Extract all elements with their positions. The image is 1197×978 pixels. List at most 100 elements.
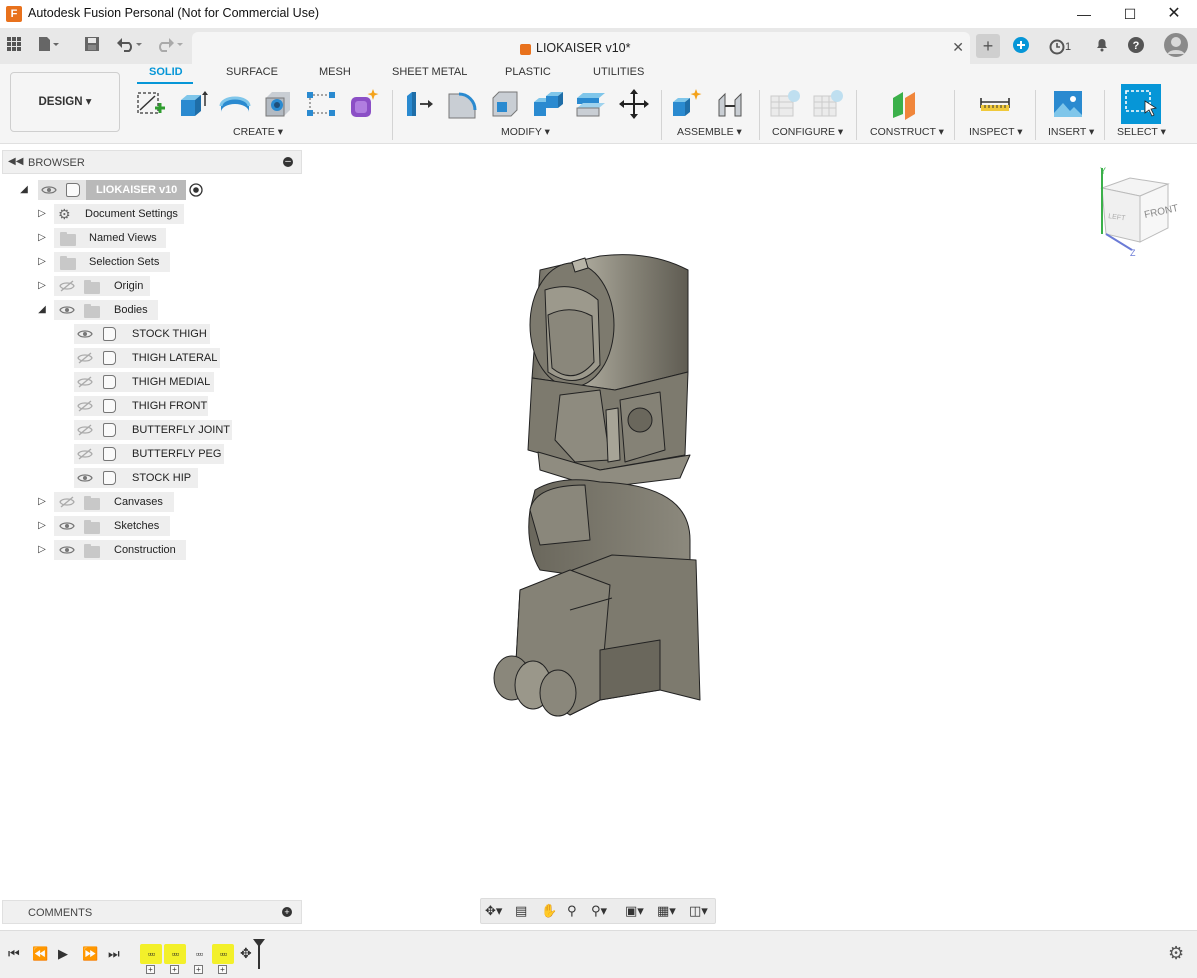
timeline-feature-body[interactable]: ▫▫▫ [164,944,186,964]
browser-item-bodies[interactable]: ◢ Bodies [0,300,300,320]
body-row-butterfly-peg[interactable]: BUTTERFLY PEG [0,444,300,464]
select-group-label[interactable]: SELECT ▾ [1117,126,1166,138]
body-row-butterfly-joint[interactable]: BUTTERFLY JOINT [0,420,300,440]
browser-item-document-settings[interactable]: ▷ ⚙ Document Settings [0,204,300,224]
insert-image-icon[interactable] [1052,88,1084,120]
expanded-triangle-icon[interactable]: ◢ [36,304,48,316]
tab-sheet-metal[interactable]: SHEET METAL [392,66,467,78]
configure-group-label[interactable]: CONFIGURE ▾ [772,126,843,138]
select-icon[interactable] [1121,84,1161,124]
offset-face-icon[interactable] [575,88,607,120]
inspect-group-label[interactable]: INSPECT ▾ [969,126,1023,138]
collapsed-triangle-icon[interactable]: ▷ [36,496,48,508]
create-group-label[interactable]: CREATE ▾ [233,126,283,138]
eye-hidden-icon[interactable] [77,376,93,388]
hole-icon[interactable] [262,88,294,120]
eye-icon[interactable] [59,520,75,532]
configure-rule-icon[interactable] [812,88,844,120]
timeline-end-icon[interactable]: ⏭ [108,946,120,962]
configure-table-icon[interactable] [769,88,801,120]
extensions-icon[interactable] [1011,36,1031,56]
maximize-icon[interactable]: ☐ [1107,0,1153,28]
shell-icon[interactable] [489,88,521,120]
new-tab-plus-icon[interactable]: + [976,34,1000,58]
collapsed-triangle-icon[interactable]: ▷ [36,544,48,556]
save-icon[interactable] [82,36,102,56]
fit-zoom-icon[interactable]: ⚲▾ [591,903,607,919]
modify-group-label[interactable]: MODIFY ▾ [501,126,550,138]
display-settings-icon[interactable]: ▣▾ [625,903,644,919]
browser-minimize-icon[interactable]: – [283,157,293,167]
activate-radio-icon[interactable] [189,183,203,197]
eye-hidden-icon[interactable] [59,280,75,292]
eye-hidden-icon[interactable] [77,352,93,364]
browser-panel-header[interactable]: ◀◀ BROWSER – [2,150,302,174]
timeline-expand-icon[interactable]: + [194,965,203,974]
construct-group-label[interactable]: CONSTRUCT ▾ [870,126,944,138]
look-at-icon[interactable]: ▤ [515,903,527,919]
assemble-group-label[interactable]: ASSEMBLE ▾ [677,126,742,138]
eye-icon[interactable] [59,304,75,316]
eye-hidden-icon[interactable] [59,496,75,508]
timeline-marker[interactable] [253,939,265,969]
zoom-icon[interactable]: ⚲ [567,903,577,919]
tab-utilities[interactable]: UTILITIES [593,66,644,78]
browser-item-construction[interactable]: ▷ Construction [0,540,300,560]
eye-icon[interactable] [77,328,93,340]
timeline-forward-icon[interactable]: ⏩ [82,946,98,962]
collapsed-triangle-icon[interactable]: ▷ [36,280,48,292]
comments-panel[interactable]: COMMENTS + [2,900,302,924]
notifications-bell-icon[interactable] [1092,36,1112,56]
file-menu-icon[interactable] [38,36,59,56]
joint-icon[interactable] [715,88,747,120]
body-row-thigh-front[interactable]: THIGH FRONT [0,396,300,416]
undo-icon[interactable] [116,36,142,56]
insert-group-label[interactable]: INSERT ▾ [1048,126,1094,138]
tab-solid[interactable]: SOLID [149,66,183,78]
combine-icon[interactable] [532,88,564,120]
create-form-icon[interactable] [348,88,380,120]
3d-model-view[interactable] [480,240,720,730]
browser-item-selection-sets[interactable]: ▷ Selection Sets [0,252,300,272]
offset-plane-icon[interactable] [889,88,921,120]
collapsed-triangle-icon[interactable]: ▷ [36,208,48,220]
revolve-icon[interactable] [219,88,251,120]
viewports-icon[interactable]: ◫▾ [689,903,708,919]
tab-document[interactable]: LIOKAISER v10* ✕ [192,32,970,64]
timeline-expand-icon[interactable]: + [218,965,227,974]
eye-hidden-icon[interactable] [77,400,93,412]
tab-mesh[interactable]: MESH [319,66,351,78]
body-row-stock-hip[interactable]: STOCK HIP [0,468,300,488]
collapsed-triangle-icon[interactable]: ▷ [36,232,48,244]
job-status-icon[interactable]: 1 [1045,36,1075,56]
eye-icon[interactable] [59,544,75,556]
minimize-icon[interactable]: — [1061,0,1107,28]
press-pull-icon[interactable] [403,88,435,120]
browser-item-origin[interactable]: ▷ Origin [0,276,300,296]
timeline-feature-body[interactable]: ▫▫▫ [188,944,210,964]
redo-icon[interactable] [156,36,183,56]
view-cube[interactable]: Y Z FRONT LEFT [1092,162,1178,258]
timeline-expand-icon[interactable]: + [146,965,155,974]
create-sketch-icon[interactable] [135,88,167,120]
browser-item-canvases[interactable]: ▷ Canvases [0,492,300,512]
workspace-switcher-button[interactable]: DESIGN ▾ [10,72,120,132]
move-copy-icon[interactable] [618,88,650,120]
timeline-move-icon[interactable]: ✥ [240,945,252,962]
timeline-back-icon[interactable]: ⏪ [32,946,48,962]
timeline-settings-gear-icon[interactable]: ⚙ [1168,943,1184,964]
eye-hidden-icon[interactable] [77,448,93,460]
body-row-stock-thigh[interactable]: STOCK THIGH [0,324,300,344]
eye-icon[interactable] [77,472,93,484]
timeline-feature-body[interactable]: ▫▫▫ [212,944,234,964]
grid-settings-icon[interactable]: ▦▾ [657,903,676,919]
pattern-icon[interactable] [305,88,337,120]
extrude-icon[interactable] [177,88,209,120]
body-row-thigh-medial[interactable]: THIGH MEDIAL [0,372,300,392]
expanded-triangle-icon[interactable]: ◢ [18,184,30,196]
browser-item-named-views[interactable]: ▷ Named Views [0,228,300,248]
timeline-expand-icon[interactable]: + [170,965,179,974]
eye-icon[interactable] [41,184,57,196]
add-comment-icon[interactable]: + [282,907,292,917]
collapsed-triangle-icon[interactable]: ▷ [36,520,48,532]
